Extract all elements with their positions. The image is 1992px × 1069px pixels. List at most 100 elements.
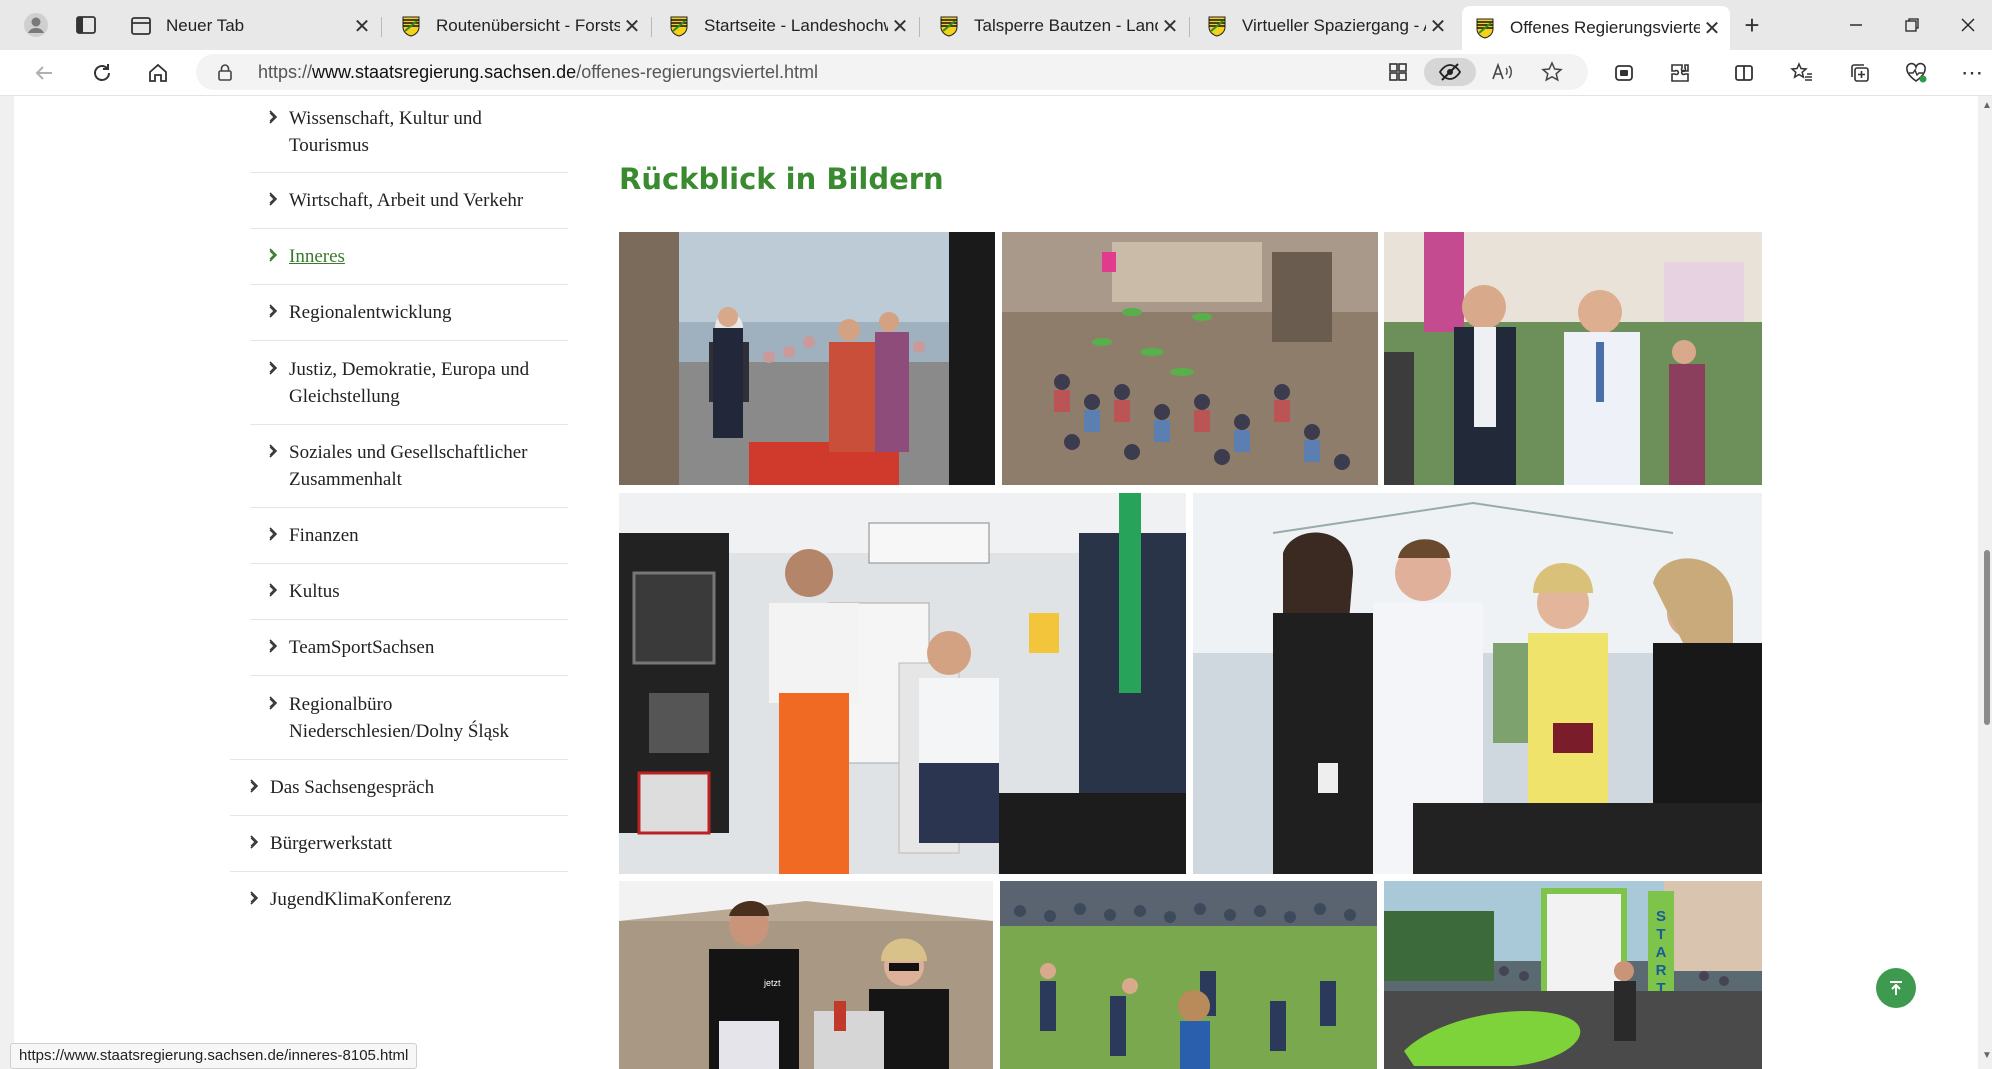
sidebar-item-label: JugendKlimaKonferenz: [270, 889, 452, 910]
lock-icon[interactable]: [216, 63, 234, 81]
saxony-coat-of-arms-icon: [1476, 18, 1494, 39]
browser-health-icon[interactable]: [1898, 55, 1934, 91]
more-menu-icon[interactable]: ⋯: [1954, 55, 1990, 91]
chevron-right-icon: [269, 696, 278, 710]
scrollbar-thumb[interactable]: [1984, 550, 1990, 725]
url-path: /offenes-regierungsviertel.html: [576, 62, 818, 82]
chevron-right-icon: [269, 361, 278, 375]
browser-essentials-icon[interactable]: [1606, 55, 1642, 91]
tab-routenuebersicht[interactable]: Routenübersicht - Forststeig ✕: [388, 6, 650, 46]
reload-icon[interactable]: [84, 55, 120, 91]
tab-virtueller-spaziergang[interactable]: Virtueller Spaziergang - Archiv ✕: [1194, 6, 1456, 46]
chevron-right-icon: [269, 248, 278, 262]
app-available-icon[interactable]: [1384, 58, 1412, 86]
close-tab-icon[interactable]: ✕: [1158, 14, 1182, 39]
gallery-photo[interactable]: [619, 493, 1186, 874]
sidebar-item-regionalentwicklung[interactable]: Regionalentwicklung: [269, 299, 452, 326]
tab-offenes-regierungsviertel[interactable]: Offenes Regierungsviertel ✕: [1462, 6, 1730, 50]
sidebar-item-label: Niederschlesien/Dolny Śląsk: [289, 721, 510, 742]
start-banner-text: START: [1656, 908, 1667, 997]
status-bar-url: https://www.staatsregierung.sachsen.de/i…: [10, 1043, 418, 1069]
gallery-photo[interactable]: [1384, 232, 1762, 485]
split-screen-icon[interactable]: [1726, 55, 1762, 91]
sidebar-item-label: Bürgerwerkstatt: [270, 833, 393, 854]
sidebar-item-justiz[interactable]: Justiz, Demokratie, Europa und Gleichste…: [269, 356, 530, 410]
close-tab-icon[interactable]: ✕: [1426, 14, 1450, 39]
chevron-right-icon: [269, 192, 278, 206]
sidebar-item-label: Soziales und Gesellschaftlicher: [289, 442, 528, 463]
close-tab-icon[interactable]: ✕: [620, 14, 644, 39]
tab-landeshochwasserzentrum[interactable]: Startseite - Landeshochwasserzentrum ✕: [656, 6, 918, 46]
sidebar-item-soziales[interactable]: Soziales und Gesellschaftlicher Zusammen…: [269, 439, 528, 493]
sidebar-item-jugendklimakonferenz[interactable]: JugendKlimaKonferenz: [250, 886, 452, 913]
sidebar-item-label: Wissenschaft, Kultur und: [289, 108, 482, 129]
collections-icon[interactable]: [1842, 55, 1878, 91]
tab-actions-icon[interactable]: [70, 9, 102, 41]
url-host: www.staatsregierung.sachsen.de: [312, 62, 577, 82]
tab-title: Routenübersicht - Forststeig: [436, 16, 620, 35]
tracking-prevention-icon[interactable]: [1424, 58, 1476, 86]
profile-icon[interactable]: [20, 9, 52, 41]
sidebar-item-teamsportsachsen[interactable]: TeamSportSachsen: [269, 634, 435, 661]
sidebar-item-label: Tourismus: [289, 135, 369, 156]
sidebar-item-buergerwerkstatt[interactable]: Bürgerwerkstatt: [250, 830, 393, 857]
sidebar-item-label: Kultus: [289, 581, 340, 602]
sidebar-item-kultus[interactable]: Kultus: [269, 578, 340, 605]
sidebar-item-label: Wirtschaft, Arbeit und Verkehr: [289, 190, 524, 211]
tab-title: Neuer Tab: [166, 16, 245, 35]
sidebar-item-wissenschaft[interactable]: Wissenschaft, Kultur und Tourismus: [269, 105, 482, 159]
scroll-up-arrow-icon[interactable]: ▲: [1982, 100, 1992, 111]
sidebar-item-label: Zusammenhalt: [289, 469, 402, 490]
sidebar-item-finanzen[interactable]: Finanzen: [269, 522, 359, 549]
back-arrow-icon[interactable]: [26, 55, 62, 91]
sidebar-item-inneres[interactable]: Inneres: [269, 243, 345, 270]
tab-bar: Neuer Tab ✕ Routenübersicht - Forststeig…: [0, 0, 1992, 50]
window-left-border: [0, 96, 14, 1069]
address-bar[interactable]: https://www.staatsregierung.sachsen.de/o…: [196, 54, 1588, 90]
sidebar-item-label: Inneres: [289, 246, 345, 267]
close-tab-icon[interactable]: ✕: [1700, 16, 1724, 41]
sidebar-item-label: Gleichstellung: [289, 386, 400, 407]
sidebar-item-label: Regionalentwicklung: [289, 302, 452, 323]
close-tab-icon[interactable]: ✕: [888, 14, 912, 39]
sidebar-item-sachsengespraech[interactable]: Das Sachsengespräch: [250, 774, 435, 801]
gallery-photo[interactable]: [1002, 232, 1378, 485]
chevron-right-icon: [269, 304, 278, 318]
sidebar-item-regionalbuero[interactable]: Regionalbüro Niederschlesien/Dolny Śląsk: [269, 691, 510, 745]
gallery-photo[interactable]: START: [1384, 881, 1762, 1069]
restore-icon[interactable]: [1892, 9, 1932, 41]
saxony-coat-of-arms-icon: [402, 16, 420, 37]
tab-neuer-tab[interactable]: Neuer Tab ✕: [118, 6, 380, 46]
chevron-right-icon: [250, 835, 259, 849]
favorite-star-icon[interactable]: [1538, 58, 1566, 86]
sidebar-item-label: TeamSportSachsen: [289, 637, 435, 658]
new-tab-plus-icon[interactable]: +: [1736, 9, 1768, 41]
gallery-photo[interactable]: [1000, 881, 1377, 1069]
gallery-photo[interactable]: jetzt: [619, 881, 993, 1069]
read-aloud-icon[interactable]: [1488, 58, 1516, 86]
chevron-right-icon: [269, 527, 278, 541]
saxony-coat-of-arms-icon: [670, 16, 688, 37]
minimize-icon[interactable]: [1836, 9, 1876, 41]
sidebar-item-label: Justiz, Demokratie, Europa und: [289, 359, 530, 380]
scroll-to-top-button[interactable]: [1876, 968, 1916, 1008]
favorites-icon[interactable]: [1784, 55, 1820, 91]
gallery-photo[interactable]: [619, 232, 995, 485]
extensions-icon[interactable]: [1662, 55, 1698, 91]
chevron-right-icon: [250, 891, 259, 905]
sidebar-item-label: Das Sachsengespräch: [270, 777, 435, 798]
tab-title: Virtueller Spaziergang - Archiv: [1242, 16, 1426, 35]
chevron-right-icon: [269, 639, 278, 653]
new-tab-favicon-icon: [131, 17, 151, 35]
tab-talsperre-bautzen[interactable]: Talsperre Bautzen - Landestalsperrenverw…: [926, 6, 1188, 46]
section-heading: Rückblick in Bildern: [619, 162, 944, 196]
close-window-icon[interactable]: [1948, 9, 1988, 41]
scroll-down-arrow-icon[interactable]: ▼: [1982, 1050, 1992, 1061]
close-tab-icon[interactable]: ✕: [350, 14, 374, 39]
chevron-right-icon: [269, 583, 278, 597]
shirt-text: jetzt: [763, 978, 781, 988]
home-icon[interactable]: [140, 55, 176, 91]
gallery-photo[interactable]: [1193, 493, 1762, 874]
sidebar-item-wirtschaft[interactable]: Wirtschaft, Arbeit und Verkehr: [269, 187, 524, 214]
chevron-right-icon: [269, 444, 278, 458]
